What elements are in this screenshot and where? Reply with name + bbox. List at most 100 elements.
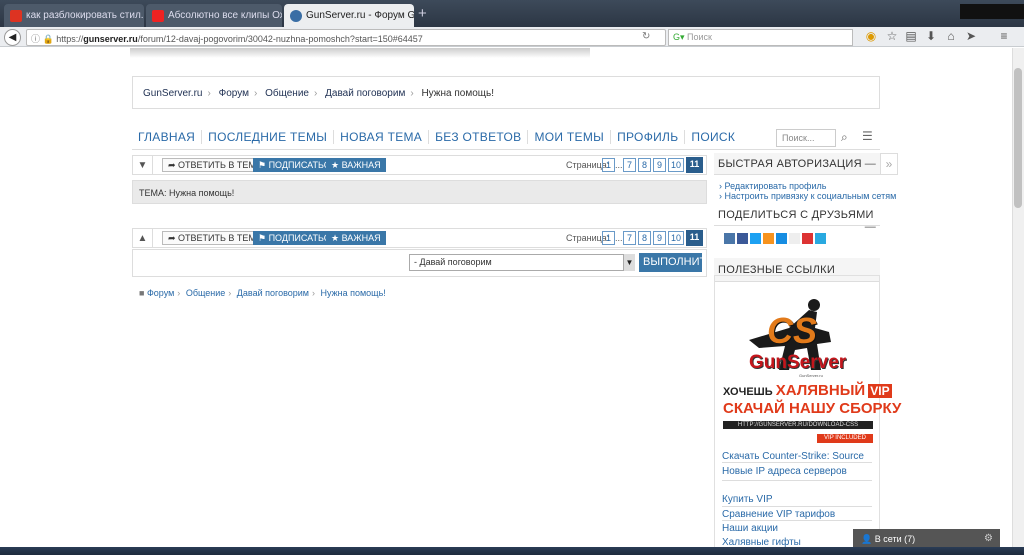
cs-logo: CS <box>767 310 818 351</box>
nav-profile[interactable]: Профиль <box>611 130 686 144</box>
mailru-share-icon[interactable] <box>776 233 787 244</box>
important-button[interactable]: ★ Важная <box>326 158 386 172</box>
nav-home[interactable]: Главная <box>132 130 203 144</box>
url-field[interactable]: ⓘ 🔒 https://gunserver.ru/forum/12-davaj-… <box>26 29 666 46</box>
share-icons <box>724 233 826 244</box>
google-plus-share-icon[interactable] <box>802 233 813 244</box>
vk-icon[interactable]: B <box>156 207 169 220</box>
dropdown-arrow-icon[interactable]: ▼ <box>623 254 635 271</box>
chevron-down-icon[interactable]: ▼ <box>133 156 153 174</box>
nav-unanswered[interactable]: Без ответов <box>429 130 529 144</box>
breadcrumb-link[interactable]: Давай поговорим <box>325 88 405 99</box>
sidebar-link[interactable]: Наши акции <box>722 523 778 534</box>
browser-tab[interactable]: Абсолютно все клипы Ох... × <box>146 4 282 27</box>
pencil-share-icon[interactable] <box>789 233 800 244</box>
banner-line1: ХОЧЕШЬ ХАЛЯВНЫЙ VIP <box>723 382 892 399</box>
banner-line2: СКАЧАЙ НАШУ СБОРКУ <box>723 400 902 417</box>
pinterest-icon[interactable]: p <box>279 207 292 220</box>
quick-auth-header[interactable]: Быстрая авторизация — <box>714 153 880 175</box>
social-binding-link[interactable]: › Настроить привязку к социальным сетям <box>719 191 896 201</box>
facebook-icon[interactable]: f <box>137 207 150 220</box>
page-link[interactable]: 8 <box>638 231 651 245</box>
gunserver-banner[interactable]: CS GunServer GunServer.ru ХОЧЕШЬ ХАЛЯВНЫ… <box>719 290 901 450</box>
breadcrumb-link[interactable]: Давай поговорим <box>237 288 309 298</box>
list-view-icon[interactable]: ☰ <box>862 129 873 143</box>
breadcrumb-link[interactable]: Общение <box>186 288 225 298</box>
chevron-right-icon[interactable]: » <box>880 153 898 175</box>
youtube-favicon-icon <box>152 9 164 22</box>
sidebar-link[interactable]: Сравнение VIP тарифов <box>722 509 835 520</box>
nav-search[interactable]: Поиск <box>685 130 741 144</box>
divider <box>722 520 872 521</box>
new-tab-button[interactable]: + <box>418 5 427 22</box>
home-icon[interactable]: ⌂ <box>943 29 959 45</box>
mail-ru-icon[interactable]: @ <box>237 207 250 220</box>
facebook-share-icon[interactable] <box>737 233 748 244</box>
browser-search-field[interactable]: G▾ Поиск <box>668 29 853 46</box>
forum-main-menu: Главная Последние темы Новая тема Без от… <box>132 125 880 150</box>
page-link[interactable]: 9 <box>653 231 666 245</box>
page-link[interactable]: 10 <box>668 231 685 245</box>
addon-icon[interactable]: ◉ <box>863 29 879 45</box>
page-link[interactable]: 8 <box>638 158 651 172</box>
gunserver-logo: GunServer <box>749 352 847 373</box>
reload-icon[interactable]: ↻ <box>642 31 650 42</box>
breadcrumb-link[interactable]: Нужна помощь! <box>321 288 386 298</box>
info-icon[interactable]: ⓘ <box>31 34 40 44</box>
window-controls <box>960 4 1024 19</box>
share-header[interactable]: Поделиться с друзьями — <box>714 204 880 233</box>
sidebar-link[interactable]: Купить VIP <box>722 494 773 505</box>
more-share-icon[interactable] <box>815 233 826 244</box>
search-icon[interactable]: ⌕ <box>841 130 848 145</box>
collapse-icon[interactable]: — <box>865 158 876 170</box>
page-link[interactable]: 1 <box>602 231 615 245</box>
browser-tab-active[interactable]: GunServer.ru - Форум Gun... × <box>284 4 414 27</box>
breadcrumb-link[interactable]: Общение <box>265 88 309 99</box>
linkedin-icon[interactable]: in <box>258 207 271 220</box>
nav-latest-topics[interactable]: Последние темы <box>202 130 335 144</box>
nav-new-topic[interactable]: Новая тема <box>334 130 430 144</box>
breadcrumb-link[interactable]: Форум <box>219 88 249 99</box>
bookmarks-list-icon[interactable]: ▤ <box>903 29 919 45</box>
twitter-share-icon[interactable] <box>750 233 761 244</box>
edit-profile-link[interactable]: › Редактировать профиль <box>719 181 826 191</box>
google-plus-icon[interactable]: 8+ <box>213 207 226 220</box>
bookmark-star-icon[interactable]: ☆ <box>884 29 900 45</box>
search-engine-icon: G▾ <box>673 32 685 42</box>
go-button[interactable]: Выполнить <box>639 253 713 272</box>
browser-tab[interactable]: как разблокировать стил... × <box>4 4 144 27</box>
os-taskbar <box>0 547 1024 555</box>
send-icon[interactable]: ➤ <box>963 29 979 45</box>
back-button[interactable]: ◀ <box>4 29 21 46</box>
twitter-icon[interactable]: t <box>175 207 188 220</box>
divider <box>722 480 872 481</box>
important-button[interactable]: ★ Важная <box>326 231 386 245</box>
page-current: 11 <box>686 157 703 173</box>
page-link[interactable]: 1 <box>602 158 615 172</box>
menu-icon[interactable]: ≡ <box>996 29 1012 45</box>
chevron-up-icon[interactable]: ▲ <box>133 229 153 247</box>
page-link[interactable]: 7 <box>623 158 636 172</box>
nav-my-topics[interactable]: Мои темы <box>528 130 612 144</box>
odnoklassniki-icon[interactable]: o <box>194 207 207 220</box>
sidebar-link[interactable]: Скачать Counter-Strike: Source <box>722 451 864 462</box>
collapse-icon[interactable]: — <box>865 221 876 233</box>
vk-share-icon[interactable] <box>724 233 735 244</box>
page-link[interactable]: 9 <box>653 158 666 172</box>
odnoklassniki-share-icon[interactable] <box>763 233 774 244</box>
gunserver-favicon-icon <box>290 9 302 22</box>
sidebar-link[interactable]: Новые IP адреса серверов <box>722 466 847 477</box>
page-link[interactable]: 10 <box>668 158 685 172</box>
scrollbar-thumb[interactable] <box>1014 68 1022 208</box>
forum-jump-select[interactable]: - Давай поговорим <box>409 254 635 271</box>
breadcrumb: GunServer.ru › Форум › Общение › Давай пого… <box>132 76 880 109</box>
page-link[interactable]: 7 <box>623 231 636 245</box>
breadcrumb-link[interactable]: Форум <box>147 288 174 298</box>
vip-badge: VIP INCLUDED <box>817 434 873 443</box>
download-icon[interactable]: ⬇ <box>923 29 939 45</box>
forum-search-input[interactable]: Поиск... <box>776 129 836 147</box>
breadcrumb-link[interactable]: GunServer.ru <box>143 88 202 99</box>
divider <box>722 506 872 507</box>
gear-icon[interactable]: ⚙ <box>984 533 993 544</box>
page-current: 11 <box>686 230 703 246</box>
